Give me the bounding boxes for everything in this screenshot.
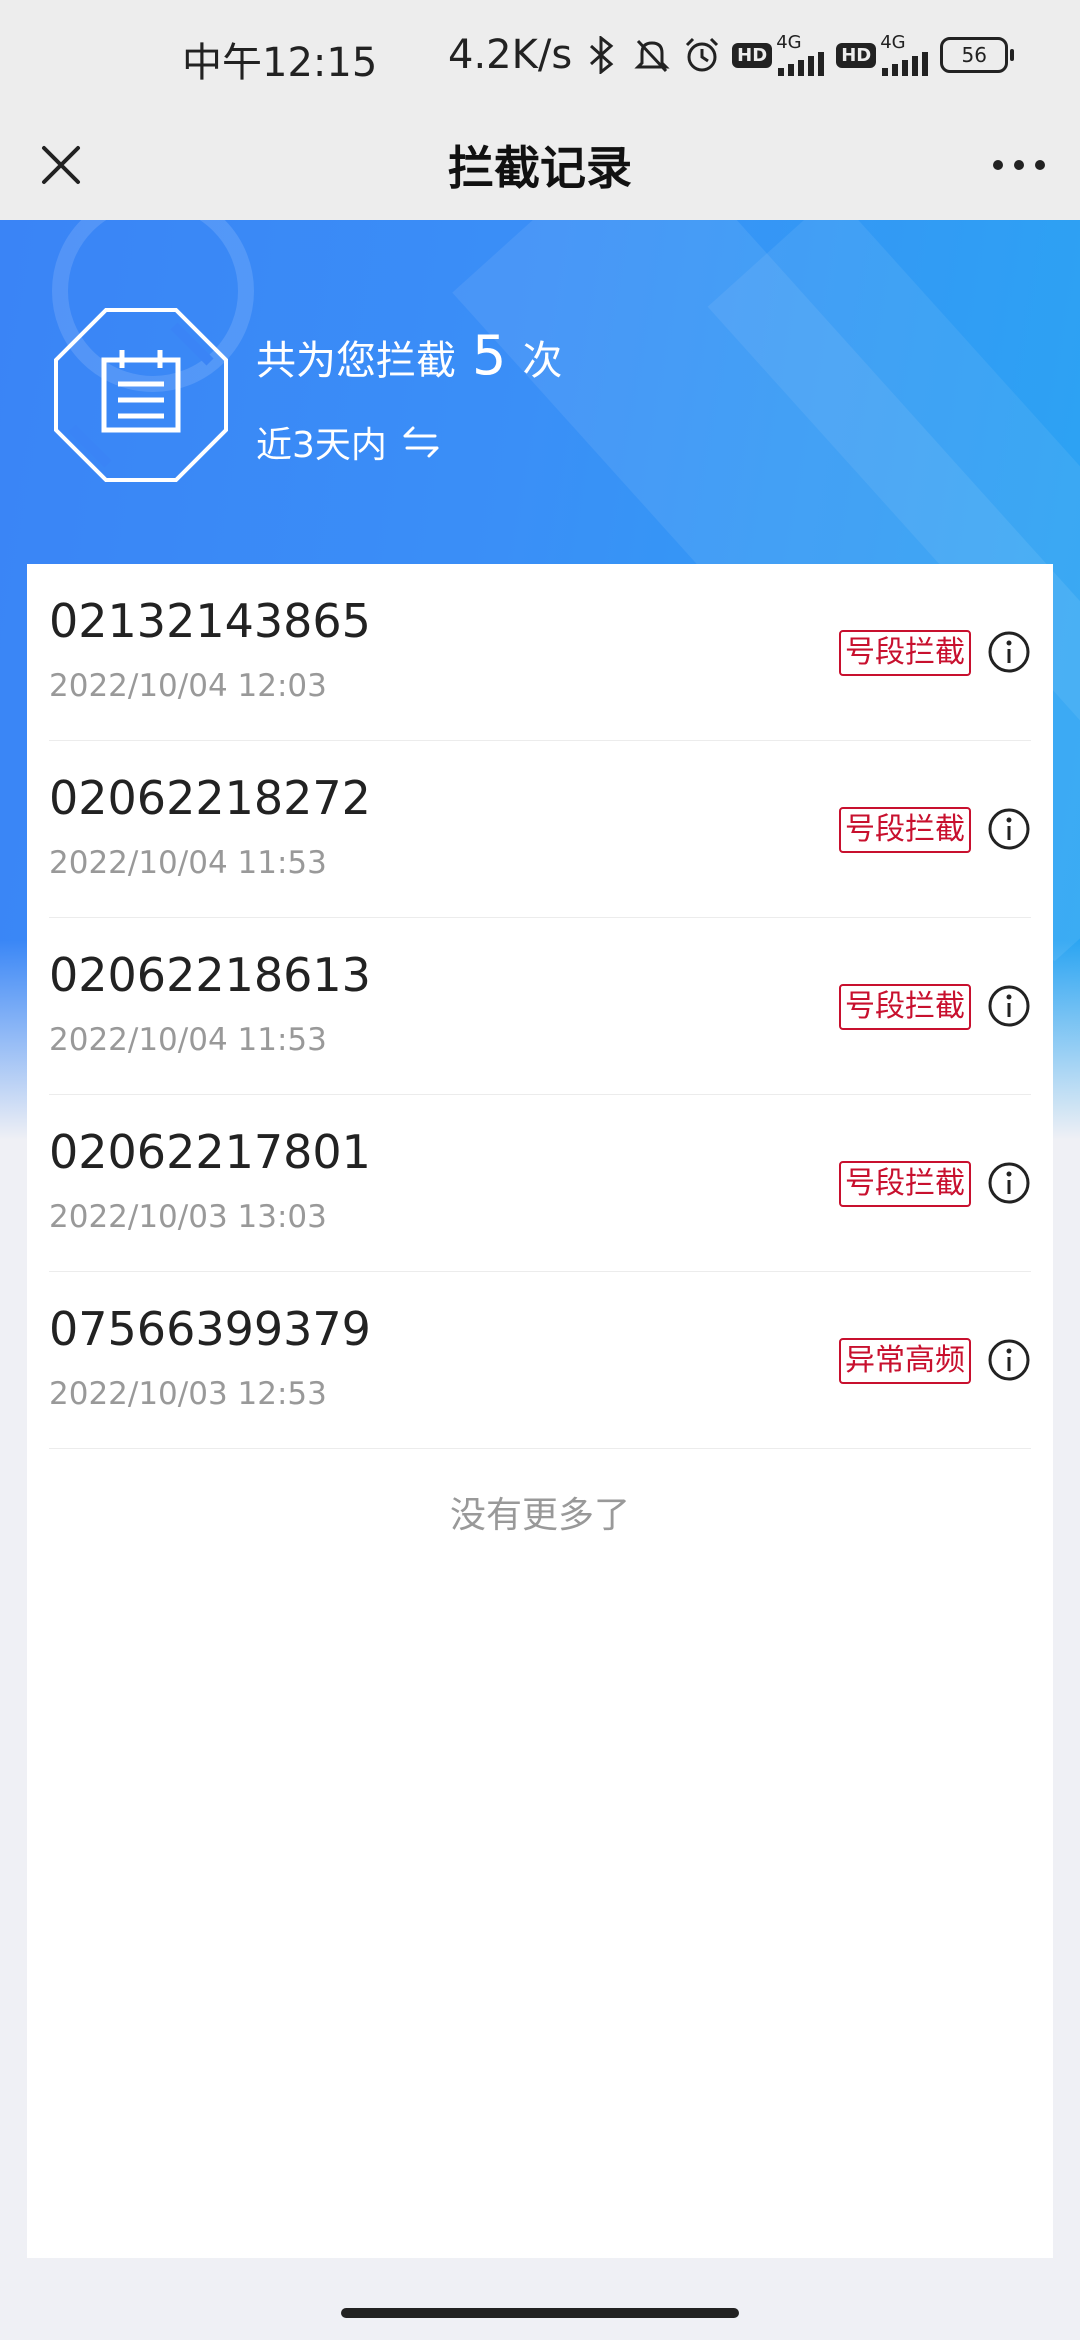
info-icon[interactable] [987, 1161, 1031, 1205]
info-icon[interactable] [987, 630, 1031, 674]
record-number: 02062217801 [49, 1125, 371, 1179]
record-number: 02062218272 [49, 771, 371, 825]
signal-1: 4G [776, 34, 826, 76]
signal-bars-icon [778, 52, 825, 76]
summary-prefix: 共为您拦截 [256, 338, 456, 384]
hd-badge-2: HD [836, 42, 877, 68]
record-time: 2022/10/03 12:53 [49, 1376, 327, 1412]
summary-suffix: 次 [522, 338, 563, 384]
record-number: 02062218613 [49, 948, 371, 1002]
record-row[interactable]: 02062218613 2022/10/04 11:53 号段拦截 [49, 918, 1031, 1095]
record-number: 07566399379 [49, 1302, 371, 1356]
record-row[interactable]: 02062217801 2022/10/03 13:03 号段拦截 [49, 1095, 1031, 1272]
swap-arrows-icon[interactable] [399, 420, 443, 464]
page-title: 拦截记录 [448, 141, 632, 195]
nav-bar: 拦截记录 [0, 110, 1080, 220]
record-tag: 号段拦截 [839, 807, 971, 853]
record-time: 2022/10/04 11:53 [49, 1022, 327, 1058]
info-icon[interactable] [987, 1338, 1031, 1382]
battery-indicator: 56 [940, 37, 1015, 73]
bluetooth-icon [582, 35, 622, 75]
hd-badge-1: HD [732, 42, 773, 68]
status-time: 中午12:15 [182, 40, 378, 86]
network-type-2: 4G [880, 32, 906, 53]
no-more-text: 没有更多了 [449, 1495, 630, 1536]
record-tag: 号段拦截 [839, 984, 971, 1030]
record-tag: 异常高频 [839, 1338, 971, 1384]
record-number: 02132143865 [49, 594, 371, 648]
record-row[interactable]: 02132143865 2022/10/04 12:03 号段拦截 [49, 564, 1031, 741]
more-dots-icon[interactable] [988, 134, 1050, 196]
intercept-record-list: 02132143865 2022/10/04 12:03 号段拦截 020622… [27, 564, 1053, 2258]
info-icon[interactable] [987, 807, 1031, 851]
calendar-shield-icon [52, 306, 230, 484]
status-icons: 4.2K/s HD 4G HD 4G 56 [448, 28, 1015, 82]
alarm-icon [682, 35, 722, 75]
signal-2: 4G [880, 34, 930, 76]
record-tag: 号段拦截 [839, 630, 971, 676]
record-row[interactable]: 07566399379 2022/10/03 12:53 异常高频 [49, 1272, 1031, 1449]
record-time: 2022/10/04 11:53 [49, 845, 327, 881]
home-indicator[interactable] [341, 2308, 739, 2318]
period-label: 近3天内 [256, 425, 387, 466]
period-switch[interactable]: 近3天内 [256, 416, 443, 468]
status-bar: 中午12:15 4.2K/s HD 4G HD 4G 56 [0, 0, 1080, 110]
record-time: 2022/10/04 12:03 [49, 668, 327, 704]
record-row[interactable]: 02062218272 2022/10/04 11:53 号段拦截 [49, 741, 1031, 918]
record-time: 2022/10/03 13:03 [49, 1199, 327, 1235]
net-speed: 4.2K/s [448, 32, 573, 78]
record-tag: 号段拦截 [839, 1161, 971, 1207]
intercept-count: 5 [472, 324, 507, 387]
intercept-summary: 共为您拦截 5 次 [256, 324, 562, 387]
mute-icon [632, 35, 672, 75]
info-icon[interactable] [987, 984, 1031, 1028]
signal-bars-icon [882, 52, 929, 76]
network-type-1: 4G [776, 32, 802, 53]
